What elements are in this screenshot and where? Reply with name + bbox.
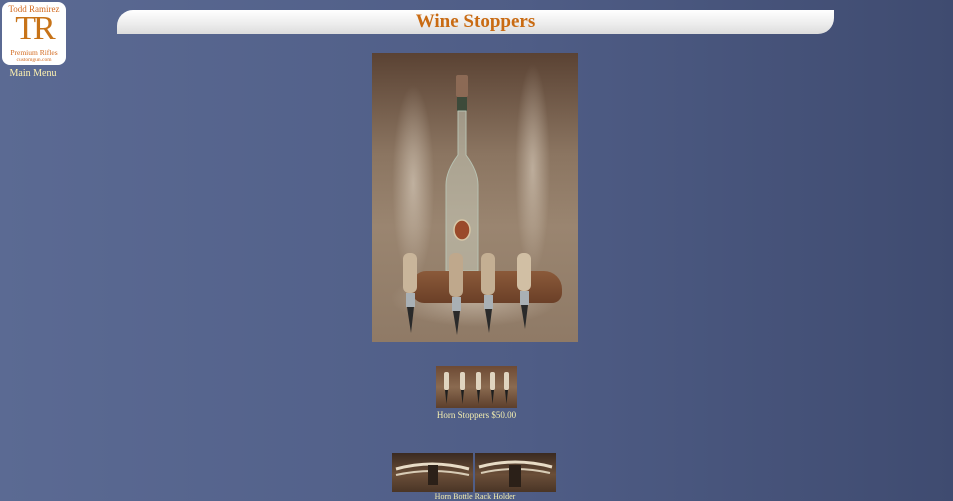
logo-tagline: Premium Rifles [10,48,58,57]
horn-stopper-illustration [403,253,417,333]
brand-logo[interactable]: Todd Ramirez TR Premium Rifles customgun… [2,2,66,65]
horn-stopper-illustration [517,253,531,329]
horn-stopper-illustration [481,253,495,333]
logo-monogram: TR [15,10,55,47]
logo-url: customgun.com [16,57,52,63]
page-title: Wine Stoppers [415,11,536,32]
hero-image [372,53,578,342]
horn-stoppers-image [444,372,509,404]
main-menu-link[interactable]: Main Menu [0,68,66,79]
horn-stopper-illustration [449,253,463,335]
bottle-rack-thumbnail[interactable] [475,453,556,492]
product-caption: Horn Stoppers $50.00 [436,410,517,420]
bottle-rack-thumbnail[interactable] [392,453,473,492]
bottle-rack-image [395,462,470,485]
bottle-rack-image [478,460,553,487]
horn-stoppers-thumbnail[interactable] [436,366,517,408]
product-caption: Horn Bottle Rack Holder [434,492,516,501]
wine-bottle-illustration [445,75,479,272]
page-header: Wine Stoppers [117,10,834,34]
